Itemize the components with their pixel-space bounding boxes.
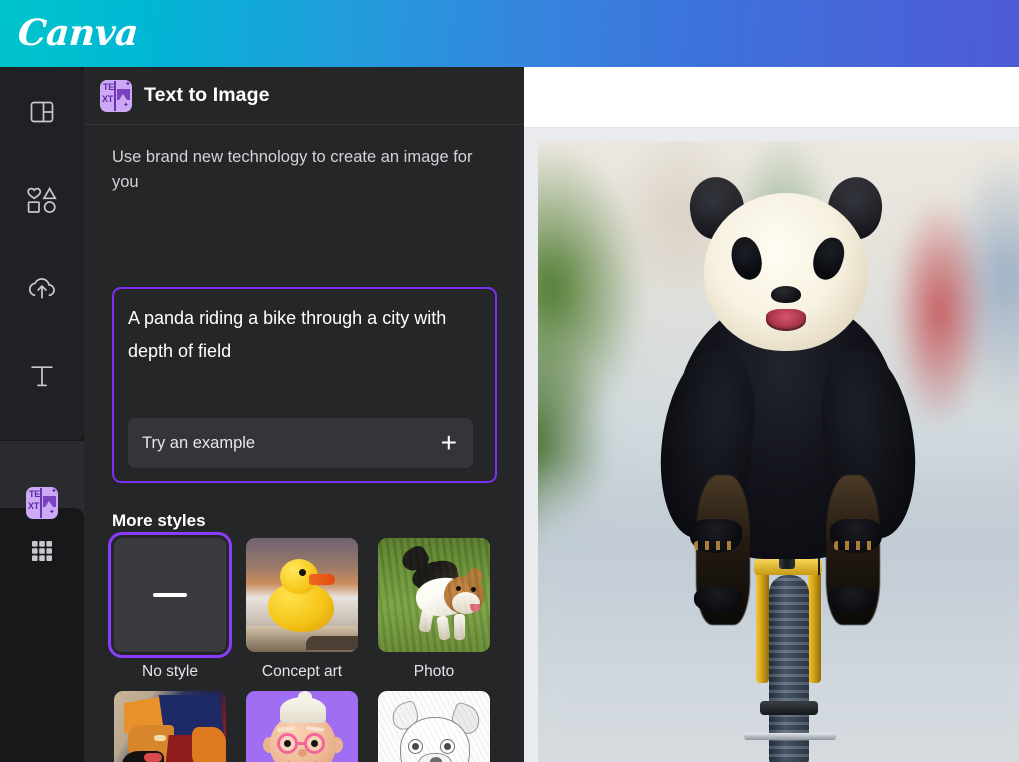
style-thumbnail[interactable] xyxy=(114,538,226,652)
style-card-no-style[interactable]: No style xyxy=(108,538,232,681)
style-grid: No style Concept art xyxy=(108,538,508,762)
prompt-input-container[interactable]: A panda riding a bike through a city wit… xyxy=(112,287,497,483)
style-card-sketch[interactable] xyxy=(372,691,496,762)
style-thumbnail[interactable] xyxy=(378,538,490,652)
sidebar-item-design[interactable] xyxy=(0,81,84,143)
pencil-sketch-artwork-icon xyxy=(378,691,490,762)
cloud-upload-icon xyxy=(27,275,57,302)
canva-editor-window: Canva xyxy=(0,0,1019,762)
panel-header: TE XT ✦ ✦ Text to Image xyxy=(84,67,524,125)
plus-icon: + xyxy=(441,432,457,454)
style-thumbnail[interactable] xyxy=(246,691,358,762)
style-label: No style xyxy=(108,663,232,681)
oil-painting-artwork-icon xyxy=(114,691,226,762)
dash-icon xyxy=(153,593,187,597)
text-to-image-icon: TE XT ✦ ✦ xyxy=(26,487,58,519)
style-card-concept-art[interactable]: Concept art xyxy=(240,538,364,681)
canva-logo[interactable]: Canva xyxy=(16,11,139,55)
shapes-icon xyxy=(27,186,57,214)
style-label: Concept art xyxy=(240,663,364,681)
canvas-area[interactable] xyxy=(524,128,1019,762)
style-thumbnail[interactable] xyxy=(114,691,226,762)
corgi-artwork-icon xyxy=(378,538,490,652)
style-label: Photo xyxy=(372,663,496,681)
text-t-icon xyxy=(28,362,56,390)
editor-toolbar[interactable] xyxy=(524,67,1019,128)
style-thumbnail[interactable] xyxy=(378,691,490,762)
text-to-image-icon: TE XT ✦ ✦ xyxy=(100,80,132,112)
sidebar-item-text[interactable] xyxy=(0,345,84,407)
top-brand-bar: Canva xyxy=(0,0,1019,67)
left-icon-rail: TE XT ✦ ✦ xyxy=(0,67,84,762)
page-title: Text to Image xyxy=(144,84,270,107)
generated-image[interactable] xyxy=(538,141,1019,762)
3d-character-artwork-icon xyxy=(246,691,358,762)
duck-artwork-icon xyxy=(246,538,358,652)
sidebar-item-uploads[interactable] xyxy=(0,257,84,319)
layout-panels-icon xyxy=(29,99,55,125)
prompt-input[interactable]: A panda riding a bike through a city wit… xyxy=(128,302,480,368)
panel-body: Use brand new technology to create an im… xyxy=(84,126,524,762)
sidebar-item-apps[interactable] xyxy=(0,520,84,582)
text-to-image-panel: TE XT ✦ ✦ Text to Image Use brand new te… xyxy=(84,67,524,762)
try-an-example-label: Try an example xyxy=(142,434,255,453)
try-an-example-button[interactable]: Try an example + xyxy=(128,418,473,468)
apps-grid-icon xyxy=(29,538,55,564)
style-card-3d-character[interactable] xyxy=(240,691,364,762)
more-styles-heading: More styles xyxy=(112,511,206,531)
style-card-painting[interactable] xyxy=(108,691,232,762)
style-card-photo[interactable]: Photo xyxy=(372,538,496,681)
style-thumbnail[interactable] xyxy=(246,538,358,652)
artboard[interactable] xyxy=(538,141,1019,762)
panel-description: Use brand new technology to create an im… xyxy=(112,145,500,195)
sidebar-item-elements[interactable] xyxy=(0,169,84,231)
